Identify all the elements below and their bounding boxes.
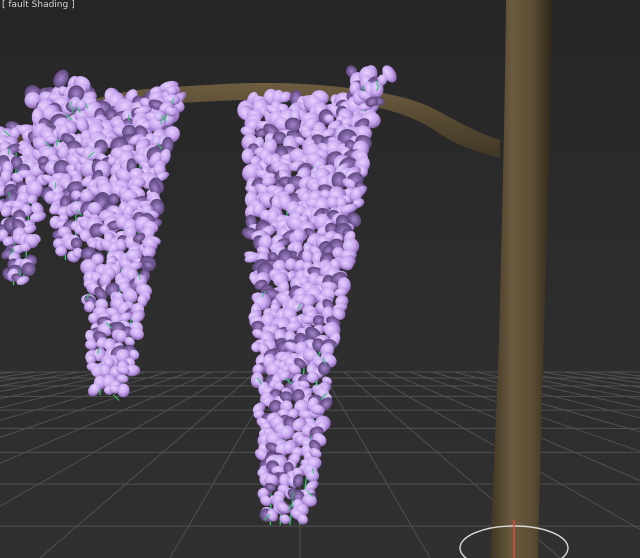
viewport-shading-label[interactable]: [ fault Shading ] [0,0,77,11]
tree-trunk [490,0,552,558]
grid-line [563,371,640,384]
grid-line [0,371,81,387]
grid-line [541,371,640,388]
grid-line [0,371,103,393]
scene-canvas[interactable] [0,0,640,558]
flower-cluster [74,87,187,401]
grid-line [0,371,191,438]
flower-petal [306,469,320,482]
flower-stem [138,273,141,280]
grid-line [0,371,235,507]
grid-line [0,371,59,382]
grid-line [0,371,15,375]
wisteria-clusters [0,65,397,526]
flower-stem [112,394,120,401]
flower-cluster [237,88,381,526]
3d-viewport[interactable]: [ fault Shading ] [0,0,640,558]
grid-line [607,371,640,377]
grid-line [0,371,125,400]
grid-line [585,371,640,380]
grid-line [0,371,169,421]
